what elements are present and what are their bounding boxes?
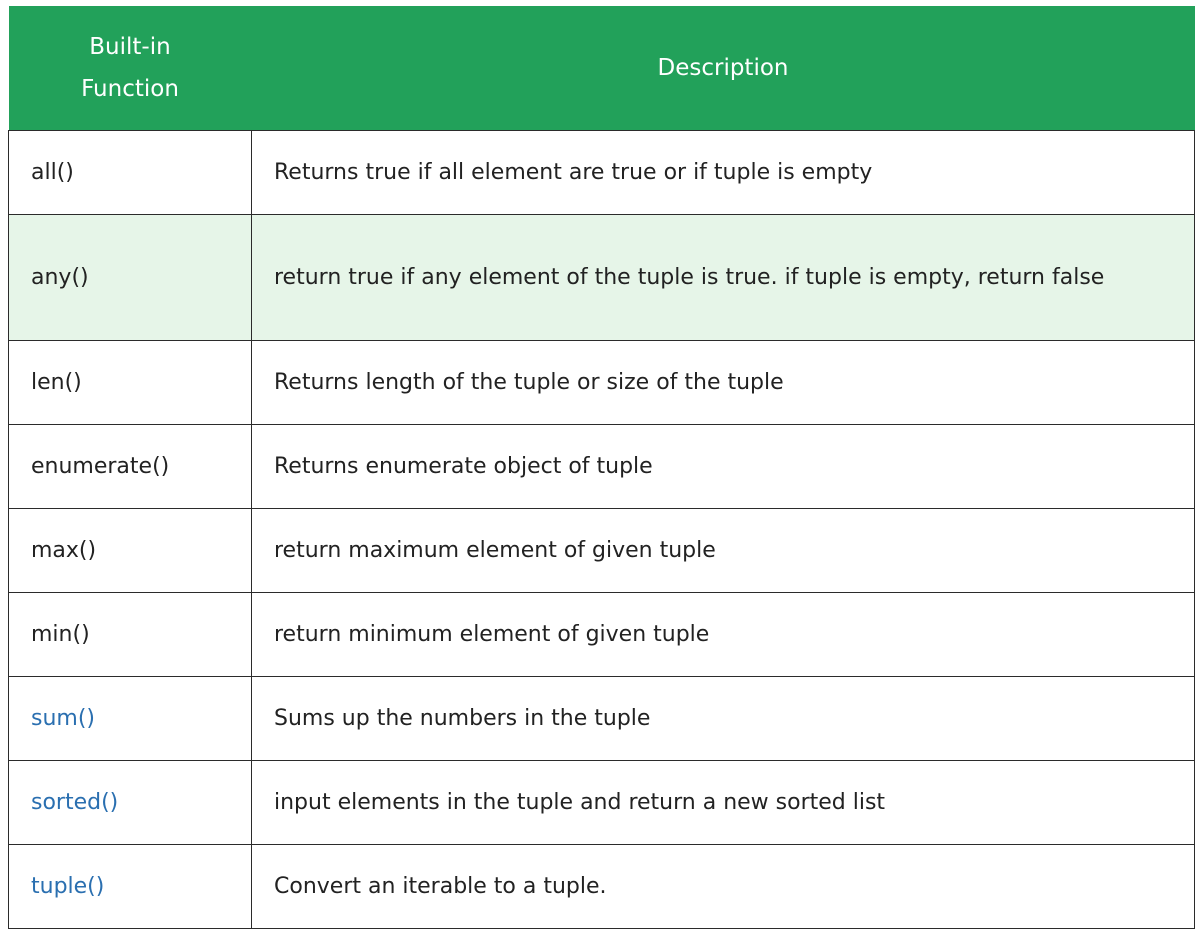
builtin-functions-table-wrapper: Built-in Function Description all() Retu… xyxy=(8,6,1195,929)
description-cell: return minimum element of given tuple xyxy=(251,592,1195,677)
table-row: len() Returns length of the tuple or siz… xyxy=(8,340,1195,425)
function-link-sum[interactable]: sum() xyxy=(31,706,95,731)
table-row: min() return minimum element of given tu… xyxy=(8,592,1195,677)
table-row: any() return true if any element of the … xyxy=(8,214,1195,341)
table-row: all() Returns true if all element are tr… xyxy=(8,130,1195,215)
function-cell: tuple() xyxy=(8,844,252,929)
description-cell: Returns enumerate object of tuple xyxy=(251,424,1195,509)
header-function-label: Built-in Function xyxy=(81,34,179,102)
table-row: max() return maximum element of given tu… xyxy=(8,508,1195,593)
description-cell: Sums up the numbers in the tuple xyxy=(251,676,1195,761)
builtin-functions-table: Built-in Function Description all() Retu… xyxy=(8,6,1195,929)
function-link-tuple[interactable]: tuple() xyxy=(31,874,104,899)
function-cell: min() xyxy=(8,592,252,677)
description-cell: return true if any element of the tuple … xyxy=(251,214,1195,341)
table-row: sum() Sums up the numbers in the tuple xyxy=(8,676,1195,761)
function-cell: sum() xyxy=(8,676,252,761)
table-header: Built-in Function Description xyxy=(8,6,1195,131)
table-row: sorted() input elements in the tuple and… xyxy=(8,760,1195,845)
table-row: enumerate() Returns enumerate object of … xyxy=(8,424,1195,509)
function-cell: enumerate() xyxy=(8,424,252,509)
function-cell: len() xyxy=(8,340,252,425)
header-row: Built-in Function Description xyxy=(8,6,1195,131)
table-row: tuple() Convert an iterable to a tuple. xyxy=(8,844,1195,929)
function-cell: any() xyxy=(8,214,252,341)
table-body: all() Returns true if all element are tr… xyxy=(8,130,1195,929)
function-cell: all() xyxy=(8,130,252,215)
description-cell: Returns length of the tuple or size of t… xyxy=(251,340,1195,425)
header-function: Built-in Function xyxy=(8,6,252,131)
function-cell: sorted() xyxy=(8,760,252,845)
description-cell: Returns true if all element are true or … xyxy=(251,130,1195,215)
description-cell: input elements in the tuple and return a… xyxy=(251,760,1195,845)
function-cell: max() xyxy=(8,508,252,593)
description-cell: Convert an iterable to a tuple. xyxy=(251,844,1195,929)
function-link-sorted[interactable]: sorted() xyxy=(31,790,118,815)
header-description: Description xyxy=(251,6,1195,131)
description-cell: return maximum element of given tuple xyxy=(251,508,1195,593)
